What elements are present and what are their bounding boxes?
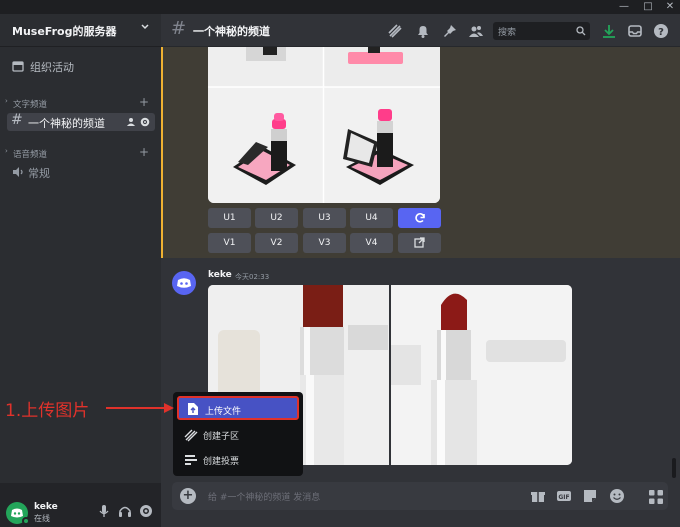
- microphone-icon[interactable]: [96, 503, 112, 519]
- scrollbar[interactable]: [672, 458, 676, 478]
- minimize-icon[interactable]: —: [614, 0, 634, 14]
- external-link-icon: [414, 237, 425, 248]
- annotation-arrow-icon: [106, 403, 174, 413]
- u3-button[interactable]: U3: [303, 208, 346, 228]
- gif-icon[interactable]: GIF: [556, 488, 572, 504]
- add-channel-icon[interactable]: +: [139, 95, 149, 109]
- svg-text:GIF: GIF: [558, 494, 569, 501]
- chevron-down-icon: [141, 24, 149, 30]
- text-category-label: 文字频道: [13, 100, 48, 110]
- channel-sidebar: MuseFrog的服务器 组织活动 › 文字频道 + # 一个神秘的频道 › 语…: [0, 14, 161, 527]
- plus-icon[interactable]: +: [180, 488, 196, 504]
- variation-buttons: V1 V2 V3 V4: [208, 233, 448, 253]
- emoji-icon[interactable]: [609, 488, 625, 504]
- download-icon[interactable]: [601, 23, 617, 39]
- gear-icon[interactable]: [140, 117, 150, 127]
- chevron-down-icon: ›: [5, 97, 8, 105]
- lipstick-photo-image: [391, 285, 572, 465]
- pin-icon[interactable]: [442, 23, 458, 39]
- upload-file-icon: [188, 403, 198, 415]
- upload-menu: 上传文件 创建子区 创建投票: [173, 392, 303, 476]
- sticker-icon[interactable]: [582, 488, 598, 504]
- v4-button[interactable]: V4: [350, 233, 393, 253]
- discord-window: — □ ✕ MuseFrog的服务器 组织活动 › 文字频道 + # 一个神秘的…: [0, 0, 680, 527]
- v1-button[interactable]: V1: [208, 233, 251, 253]
- refresh-icon: [414, 213, 425, 223]
- thread-icon: [184, 429, 198, 442]
- voice-category-label: 语音频道: [13, 150, 48, 160]
- image-grid-top[interactable]: [208, 47, 440, 203]
- sidebar-item-channel[interactable]: # 一个神秘的频道: [7, 112, 155, 131]
- upscale-buttons: U1 U2 U3 U4: [208, 208, 448, 228]
- search-placeholder: 搜索: [498, 28, 517, 38]
- channel-header: # 一个神秘的频道 搜索 ?: [161, 14, 680, 47]
- calendar-icon: [12, 61, 24, 72]
- title-bar: — □ ✕: [0, 0, 680, 14]
- bell-icon[interactable]: [415, 23, 431, 39]
- page-title: 一个神秘的频道: [193, 25, 270, 38]
- hash-icon: #: [11, 112, 23, 128]
- members-icon[interactable]: [468, 23, 484, 39]
- u1-button[interactable]: U1: [208, 208, 251, 228]
- settings-gear-icon[interactable]: [138, 503, 154, 519]
- add-channel-icon[interactable]: +: [139, 145, 149, 159]
- message-timestamp: 今天02:33: [235, 273, 270, 281]
- composer-placeholder: 给 #一个神秘的频道 发消息: [208, 493, 321, 503]
- discord-logo-icon: [177, 278, 191, 288]
- annotation-label: 1.上传图片: [5, 401, 90, 421]
- search-icon: [576, 26, 586, 36]
- inbox-icon[interactable]: [627, 23, 643, 39]
- server-header[interactable]: MuseFrog的服务器: [0, 14, 161, 47]
- chevron-down-icon: ›: [5, 147, 8, 155]
- author-avatar[interactable]: [172, 271, 196, 295]
- hash-icon: #: [171, 18, 187, 39]
- user-name: keke: [34, 502, 58, 512]
- reroll-button[interactable]: [398, 208, 441, 228]
- help-icon[interactable]: ?: [653, 23, 669, 39]
- u2-button[interactable]: U2: [255, 208, 298, 228]
- create-poll-item[interactable]: 创建投票: [177, 448, 299, 472]
- u4-button[interactable]: U4: [350, 208, 393, 228]
- image-right[interactable]: [391, 285, 572, 465]
- speaker-icon: [13, 167, 23, 177]
- headphones-icon[interactable]: [117, 503, 133, 519]
- create-thread-item[interactable]: 创建子区: [177, 423, 299, 447]
- message-author[interactable]: keke: [208, 270, 232, 280]
- poll-icon: [185, 455, 197, 465]
- user-status: 在线: [34, 514, 50, 523]
- upload-file-item[interactable]: 上传文件: [177, 396, 299, 420]
- channel-label: 一个神秘的频道: [28, 117, 105, 130]
- v3-button[interactable]: V3: [303, 233, 346, 253]
- lipstick-grid-image: [208, 47, 440, 203]
- search-input[interactable]: 搜索: [493, 22, 590, 40]
- close-icon[interactable]: ✕: [660, 0, 680, 14]
- server-name: MuseFrog的服务器: [12, 25, 117, 38]
- v2-button[interactable]: V2: [255, 233, 298, 253]
- message-composer[interactable]: + 给 #一个神秘的频道 发消息 GIF: [172, 482, 668, 510]
- events-label: 组织活动: [30, 61, 74, 74]
- open-link-button[interactable]: [398, 233, 441, 253]
- maximize-icon[interactable]: □: [638, 0, 658, 14]
- apps-icon[interactable]: [648, 489, 664, 505]
- online-status-dot: [22, 517, 30, 525]
- create-thread-label: 创建子区: [203, 432, 240, 442]
- create-poll-label: 创建投票: [203, 457, 240, 467]
- svg-text:?: ?: [658, 27, 664, 38]
- add-member-icon[interactable]: [127, 117, 137, 127]
- gift-icon[interactable]: [530, 488, 546, 504]
- voice-channel-label: 常规: [28, 167, 50, 180]
- threads-icon[interactable]: [387, 23, 403, 39]
- upload-file-label: 上传文件: [205, 407, 242, 417]
